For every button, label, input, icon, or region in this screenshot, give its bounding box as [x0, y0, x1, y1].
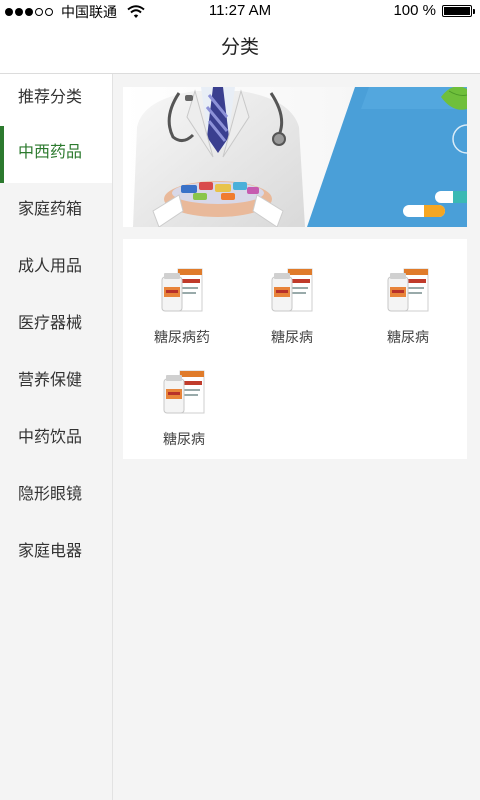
product-label: 糖尿病药	[154, 330, 210, 346]
doctor-banner-image	[123, 87, 467, 227]
product-item[interactable]: 糖尿病	[353, 267, 463, 347]
sidebar-item-adult-products[interactable]: 成人用品	[0, 240, 112, 297]
sidebar-item-label: 医疗器械	[18, 313, 83, 332]
medicine-box-icon	[161, 268, 203, 312]
product-label: 糖尿病	[271, 330, 313, 346]
sidebar-item-label: 家庭药箱	[18, 199, 83, 218]
product-grid: 糖尿病药 糖尿病 糖尿病 糖尿病	[123, 239, 467, 459]
sidebar-item-label: 隐形眼镜	[18, 484, 83, 503]
sidebar-item-label: 中西药品	[18, 142, 83, 161]
sidebar-item-home-medicine-kit[interactable]: 家庭药箱	[0, 183, 112, 240]
sidebar-item-recommended[interactable]: 推荐分类	[0, 74, 112, 126]
page-title: 分类	[0, 22, 480, 74]
product-item[interactable]: 糖尿病	[129, 369, 239, 449]
battery-icon	[442, 4, 475, 17]
medicine-box-icon	[271, 268, 313, 312]
medicine-box-icon	[163, 370, 205, 414]
sidebar-item-nutrition[interactable]: 营养保健	[0, 354, 112, 411]
sidebar-item-contact-lenses[interactable]: 隐形眼镜	[0, 468, 112, 525]
category-content: 糖尿病药 糖尿病 糖尿病 糖尿病	[113, 74, 480, 800]
sidebar-item-label: 推荐分类	[18, 87, 83, 106]
product-item[interactable]: 糖尿病药	[127, 267, 237, 347]
battery-percent: 100 %	[393, 2, 436, 19]
category-sidebar: 推荐分类 中西药品 家庭药箱 成人用品 医疗器械 营养保健 中药饮品 隐形眼镜 …	[0, 74, 113, 800]
promo-banner[interactable]	[123, 87, 467, 227]
sidebar-item-medical-devices[interactable]: 医疗器械	[0, 297, 112, 354]
status-right: 100 %	[393, 2, 475, 19]
sidebar-item-label: 营养保健	[18, 370, 83, 389]
status-bar: 中国联通 11:27 AM 100 %	[0, 0, 480, 22]
sidebar-item-herbal-drinks[interactable]: 中药饮品	[0, 411, 112, 468]
product-label: 糖尿病	[387, 330, 429, 346]
sidebar-item-label: 中药饮品	[18, 427, 83, 446]
sidebar-item-label: 成人用品	[18, 256, 83, 275]
product-item[interactable]: 糖尿病	[237, 267, 347, 347]
medicine-box-icon	[387, 268, 429, 312]
sidebar-item-label: 家庭电器	[18, 541, 83, 560]
sidebar-item-home-appliances[interactable]: 家庭电器	[0, 525, 112, 582]
product-label: 糖尿病	[163, 432, 205, 448]
sidebar-item-western-chinese-medicine[interactable]: 中西药品	[0, 126, 112, 183]
